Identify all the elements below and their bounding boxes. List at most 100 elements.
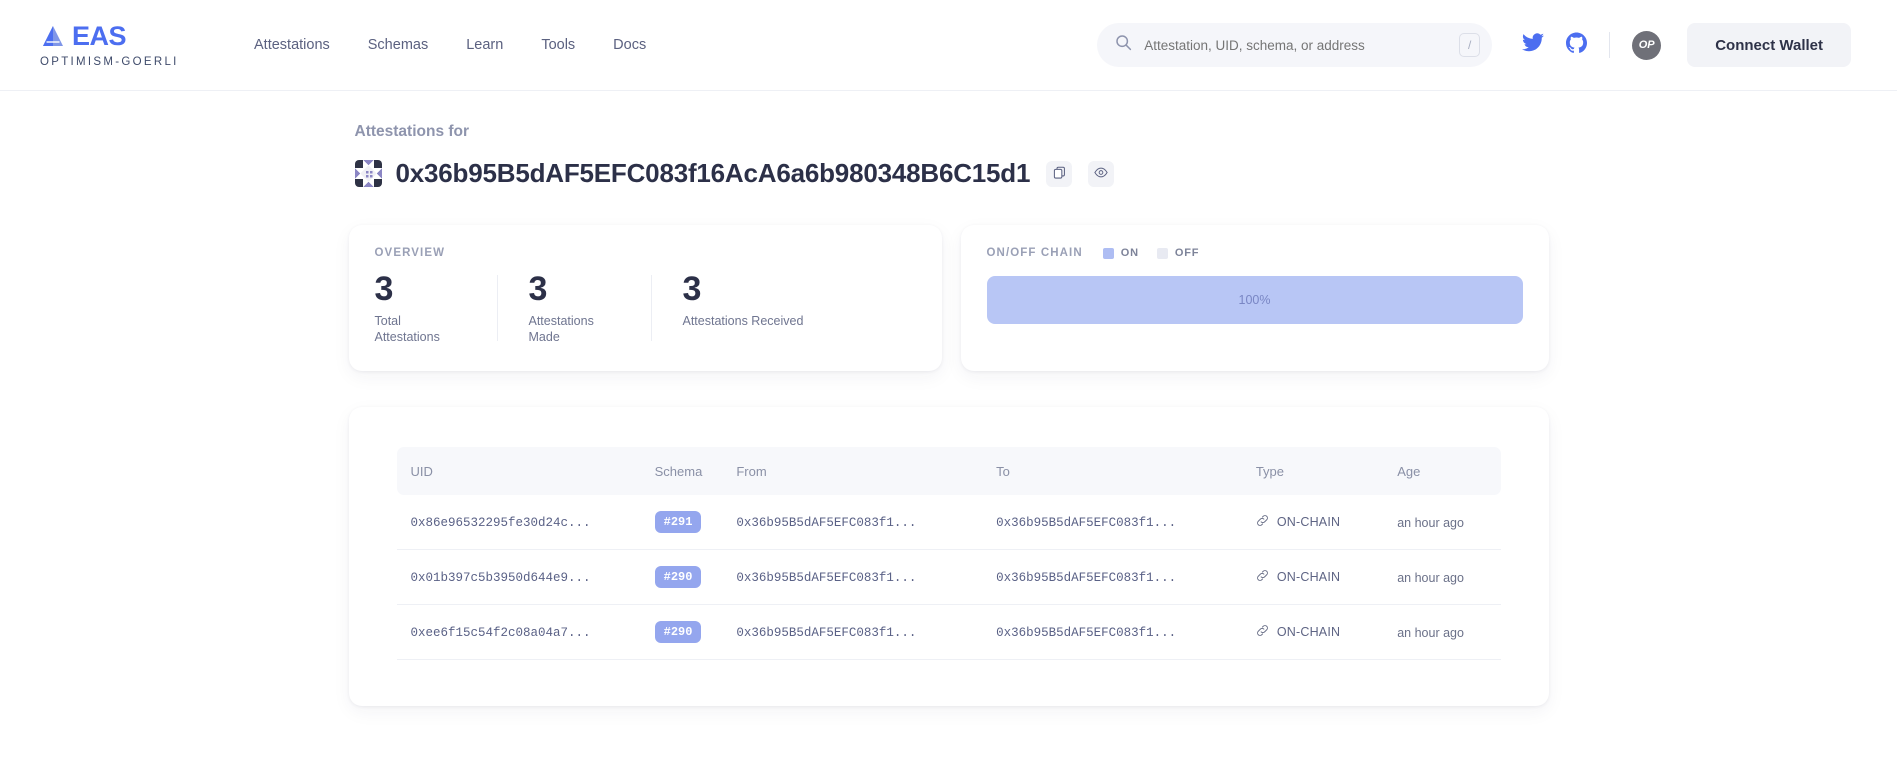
table-row[interactable]: 0xee6f15c54f2c08a04a7... #290 0x36b95B5dAF… — [396, 604, 1501, 660]
nav-item-attestations[interactable]: Attestations — [254, 37, 330, 53]
twitter-icon[interactable] — [1522, 33, 1545, 57]
cell-to[interactable]: 0x36b95B5dAF5EFC083f1... — [984, 604, 1244, 660]
cell-type: ON-CHAIN — [1243, 495, 1386, 550]
attestations-table: UID Schema From To Type Age 0x86e9653229… — [396, 447, 1501, 660]
table-row[interactable]: 0x86e96532295fe30d24c... #291 0x36b95B5dAF… — [396, 495, 1501, 550]
search-input[interactable] — [1144, 37, 1448, 53]
column-header-age[interactable]: Age — [1385, 447, 1500, 495]
stat-label: Attestations Received — [682, 314, 804, 328]
brand-network: OPTIMISM-GOERLI — [40, 55, 179, 68]
age-label: an hour ago — [1397, 570, 1464, 585]
column-header-schema[interactable]: Schema — [643, 447, 725, 495]
search-box[interactable]: / — [1097, 23, 1493, 67]
schema-badge[interactable]: #290 — [654, 566, 702, 588]
to-address-link[interactable]: 0x36b95B5dAF5EFC083f1... — [996, 571, 1176, 585]
chain-card-label: ON/OFF CHAIN — [986, 247, 1083, 259]
nav-item-learn[interactable]: Learn — [466, 37, 503, 53]
stat-label: Attestations Made — [528, 314, 594, 344]
column-header-from[interactable]: From — [724, 447, 984, 495]
nav-item-schemas[interactable]: Schemas — [368, 37, 428, 53]
address-row: 0x36b95B5dAF5EFC083f16AcA6a6b980348B6C15… — [354, 158, 1549, 189]
github-icon[interactable] — [1566, 32, 1588, 58]
legend-item-off: OFF — [1156, 247, 1200, 259]
legend-swatch-off — [1156, 247, 1168, 259]
copy-address-button[interactable] — [1046, 160, 1073, 187]
uid-link[interactable]: 0x01b397c5b3950d644e9... — [411, 571, 591, 585]
cell-to[interactable]: 0x36b95B5dAF5EFC083f1... — [984, 549, 1244, 605]
table-head: UID Schema From To Type Age — [396, 447, 1501, 495]
legend-swatch-on — [1102, 247, 1114, 259]
stat-total-attestations: 3 Total Attestations — [375, 269, 497, 345]
column-header-uid[interactable]: UID — [397, 447, 643, 495]
age-label: an hour ago — [1397, 625, 1464, 640]
cell-schema[interactable]: #291 — [642, 495, 725, 550]
nav-item-tools[interactable]: Tools — [541, 37, 575, 53]
cell-from[interactable]: 0x36b95B5dAF5EFC083f1... — [724, 604, 985, 660]
cell-schema[interactable]: #290 — [642, 604, 725, 660]
to-address-link[interactable]: 0x36b95B5dAF5EFC083f1... — [996, 516, 1176, 530]
cell-uid[interactable]: 0x86e96532295fe30d24c... — [396, 495, 643, 550]
cell-type: ON-CHAIN — [1243, 604, 1386, 660]
legend-item-on: ON — [1102, 247, 1139, 259]
column-header-type[interactable]: Type — [1244, 447, 1385, 495]
stat-value: 3 — [374, 270, 394, 308]
content-container: Attestations for 0x36b95B5dAF5EFC083f16A… — [348, 91, 1549, 706]
legend-label-off: OFF — [1174, 247, 1200, 259]
cell-from[interactable]: 0x36b95B5dAF5EFC083f1... — [724, 549, 985, 605]
schema-badge[interactable]: #291 — [654, 511, 702, 533]
chain-badge[interactable]: OP — [1632, 30, 1662, 60]
page-eyebrow: Attestations for — [354, 123, 470, 140]
table-row[interactable]: 0x01b397c5b3950d644e9... #290 0x36b95B5dAF… — [396, 549, 1501, 605]
connect-wallet-button[interactable]: Connect Wallet — [1687, 23, 1851, 67]
cell-age: an hour ago — [1385, 604, 1501, 660]
cell-age: an hour ago — [1385, 495, 1501, 550]
header-actions: / OP Connect Wallet — [1097, 23, 1851, 67]
from-address-link[interactable]: 0x36b95B5dAF5EFC083f1... — [736, 571, 916, 585]
summary-cards: OVERVIEW 3 Total Attestations 3 Attestat… — [348, 225, 1549, 371]
table-header-row: UID Schema From To Type Age — [396, 447, 1501, 495]
from-address-link[interactable]: 0x36b95B5dAF5EFC083f1... — [736, 516, 916, 530]
cell-age: an hour ago — [1385, 549, 1501, 605]
avatar — [354, 160, 382, 187]
search-icon — [1115, 34, 1132, 56]
social-links — [1522, 32, 1588, 58]
table-body: 0x86e96532295fe30d24c... #291 0x36b95B5dAF… — [396, 495, 1501, 660]
column-header-to[interactable]: To — [984, 447, 1244, 495]
link-icon — [1256, 514, 1269, 530]
nav-item-docs[interactable]: Docs — [613, 37, 646, 53]
type-label: ON-CHAIN — [1276, 515, 1341, 529]
from-address-link[interactable]: 0x36b95B5dAF5EFC083f1... — [736, 626, 916, 640]
cell-type: ON-CHAIN — [1243, 549, 1386, 605]
cell-schema[interactable]: #290 — [642, 549, 725, 605]
brand-logo[interactable]: EAS OPTIMISM-GOERLI — [40, 21, 180, 70]
age-label: an hour ago — [1397, 515, 1464, 530]
page-body: Attestations for 0x36b95B5dAF5EFC083f16A… — [0, 91, 1897, 706]
view-address-button[interactable] — [1088, 160, 1115, 187]
search-shortcut-key: / — [1459, 33, 1481, 57]
overview-card-label: OVERVIEW — [374, 247, 446, 259]
cell-to[interactable]: 0x36b95B5dAF5EFC083f1... — [984, 495, 1244, 550]
chain-bar-on-label: 100% — [1238, 293, 1271, 307]
cell-uid[interactable]: 0x01b397c5b3950d644e9... — [396, 549, 643, 605]
header-divider — [1609, 32, 1611, 58]
schema-badge[interactable]: #290 — [654, 621, 702, 643]
chain-bar-on-segment: 100% — [986, 276, 1523, 324]
stat-label: Total Attestations — [374, 314, 440, 344]
copy-icon — [1053, 166, 1066, 182]
cell-from[interactable]: 0x36b95B5dAF5EFC083f1... — [724, 495, 985, 550]
to-address-link[interactable]: 0x36b95B5dAF5EFC083f1... — [996, 626, 1176, 640]
overview-stats: 3 Total Attestations 3 Attestations Made… — [375, 269, 916, 345]
chain-card-header: ON/OFF CHAIN ON OFF — [987, 247, 1523, 259]
chain-bar-track: 100% — [986, 276, 1523, 324]
chain-legend: ON OFF — [1102, 247, 1200, 259]
main-nav: Attestations Schemas Learn Tools Docs — [254, 37, 646, 53]
eas-triangle-logo-icon — [40, 23, 66, 49]
cell-uid[interactable]: 0xee6f15c54f2c08a04a7... — [396, 604, 643, 660]
stat-attestations-received: 3 Attestations Received — [650, 269, 834, 345]
brand-top: EAS — [40, 21, 180, 52]
stat-attestations-made: 3 Attestations Made — [496, 269, 651, 345]
uid-link[interactable]: 0x86e96532295fe30d24c... — [411, 516, 591, 530]
app-header: EAS OPTIMISM-GOERLI Attestations Schemas… — [0, 0, 1897, 91]
uid-link[interactable]: 0xee6f15c54f2c08a04a7... — [411, 626, 591, 640]
stat-value: 3 — [528, 270, 548, 308]
